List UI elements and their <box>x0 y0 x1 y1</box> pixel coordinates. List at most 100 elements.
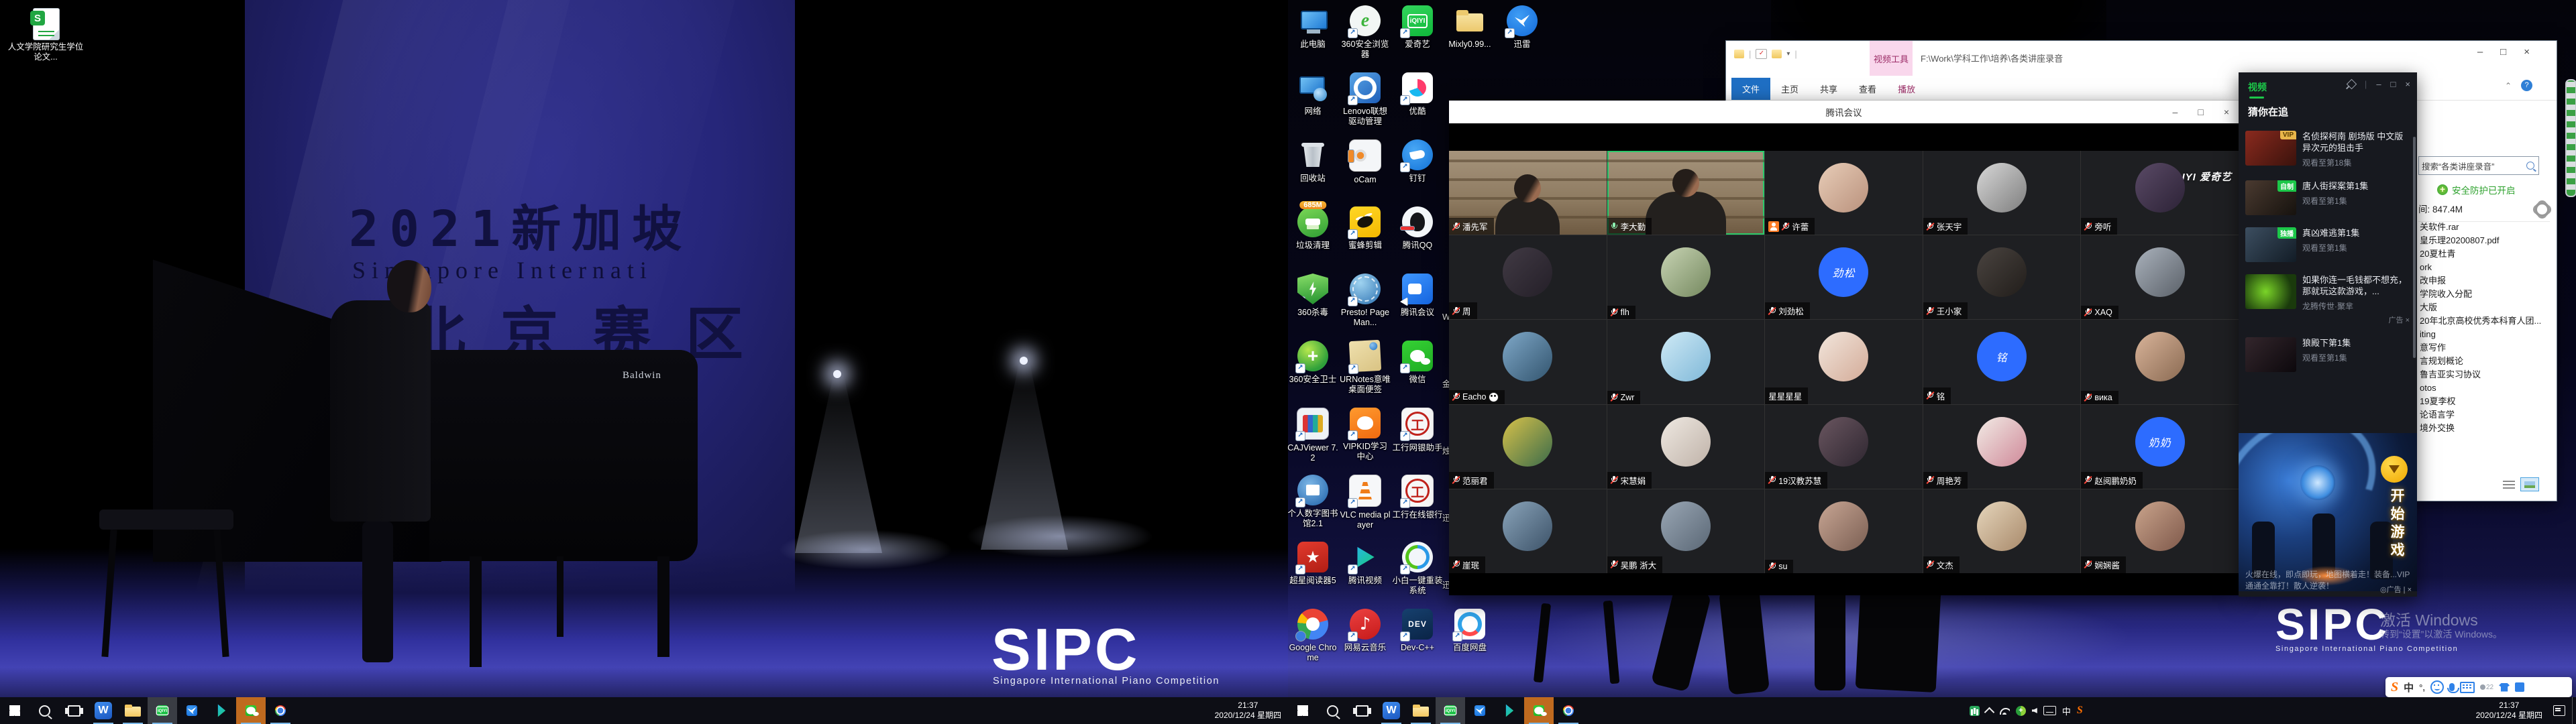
file-item[interactable]: 学院收入分配 <box>2420 288 2541 301</box>
ad-close[interactable]: 广告 × <box>2302 314 2410 325</box>
participant-tile[interactable]: 崖珉 <box>1449 489 1607 573</box>
desktop-icon-vlc[interactable]: VLC media player <box>1339 475 1391 530</box>
soft-keyboard-icon[interactable] <box>2460 682 2475 693</box>
desktop-icon-qq[interactable]: 腾讯QQ <box>1391 206 1444 251</box>
file-item[interactable]: 20年北京高校优秀本科育人团... <box>2420 314 2541 328</box>
folder-icon[interactable] <box>1772 50 1782 58</box>
file-item[interactable]: 论语言学 <box>2420 408 2541 422</box>
file-item[interactable]: 鲁吉亚实习协议 <box>2420 368 2541 381</box>
video-item[interactable]: 独播 真凶难逃第1集观看至第1集 <box>2239 221 2417 268</box>
participant-tile-speaking[interactable]: 李大勤 <box>1607 151 1765 235</box>
close-icon[interactable]: × <box>2224 107 2229 117</box>
taskbar-tencent-video[interactable] <box>207 697 236 724</box>
task-view-button[interactable] <box>1347 697 1377 724</box>
ad-item[interactable]: 如果你连一毛钱都不想充，那就玩这款游戏，...龙腾传世·聚芈广告 × <box>2239 268 2417 331</box>
search-button[interactable] <box>30 697 59 724</box>
maximize-icon[interactable]: □ <box>2198 107 2203 117</box>
voice-input-icon[interactable] <box>2449 683 2455 691</box>
desktop-icon-youku[interactable]: 优酷 <box>1391 72 1444 117</box>
taskbar-chrome[interactable] <box>1554 697 1583 724</box>
desktop-icon-urnotes[interactable]: URNotes意唯桌面便签 <box>1339 341 1391 395</box>
file-item[interactable]: 大版 <box>2420 301 2541 314</box>
participant-tile[interactable]: вика <box>2081 320 2239 404</box>
taskbar-explorer[interactable] <box>1406 697 1436 724</box>
taskbar-iqiyi[interactable] <box>148 697 177 724</box>
gear-icon[interactable] <box>2534 202 2550 217</box>
taskbar-iqiyi[interactable] <box>1436 697 1465 724</box>
desktop-icon-beecut[interactable]: 蜜蜂剪辑 <box>1339 206 1391 251</box>
participant-tile[interactable]: 范丽君 <box>1449 405 1607 489</box>
qat-dropdown-icon[interactable]: ▾ <box>1786 50 1790 58</box>
start-button[interactable] <box>1288 697 1318 724</box>
participant-tile[interactable]: iQIYI 爱奇艺旁听 <box>2081 151 2239 235</box>
tab-view[interactable]: 查看 <box>1848 78 1887 100</box>
taskbar-chrome[interactable] <box>266 697 295 724</box>
task-view-button[interactable] <box>59 697 89 724</box>
desktop-icon-digital-library[interactable]: 个人数字图书馆2.1 <box>1287 475 1339 529</box>
hidden-icons-chevron[interactable] <box>1984 707 1995 717</box>
ime-punctuation[interactable]: °, <box>2419 682 2425 692</box>
clock[interactable]: 21:372020/12/24 星期四 <box>2469 701 2549 721</box>
desktop-icon-recycle-bin[interactable]: 回收站 <box>1287 139 1339 184</box>
participant-tile[interactable]: su <box>1765 489 1923 573</box>
file-item[interactable]: 关软件.rar <box>2420 221 2541 234</box>
tab-file[interactable]: 文件 <box>1731 78 1770 100</box>
desktop-icon-trash-clean[interactable]: 685M垃圾清理 <box>1287 206 1339 251</box>
participant-tile[interactable]: 19汉教苏慧 <box>1765 405 1923 489</box>
desktop-icon-360safe[interactable]: 360安全卫士 <box>1287 341 1339 385</box>
desktop-icon-xunlei[interactable]: 迅雷 <box>1496 5 1548 50</box>
minimize-icon[interactable]: – <box>2173 107 2178 117</box>
extensions-icon[interactable]: 22 <box>2480 684 2493 691</box>
participant-tile[interactable]: 周艳芳 <box>1923 405 2081 489</box>
file-item[interactable]: 20夏杜青 <box>2420 247 2541 261</box>
start-game-button[interactable]: 开始游戏 <box>2386 488 2406 560</box>
taskbar-wechat[interactable] <box>1524 697 1554 724</box>
maximize-icon[interactable]: □ <box>2391 79 2396 89</box>
desktop-icon-icbc-bank[interactable]: 工行在线银行 <box>1391 475 1444 520</box>
file-item[interactable]: 意写作 <box>2420 341 2541 355</box>
quick-access-toolbar[interactable]: | ▾| <box>1734 49 1797 59</box>
desktop-icon-mixly[interactable]: Mixly0.99... <box>1444 5 1496 50</box>
participant-tile[interactable]: 文杰 <box>1923 489 2081 573</box>
participant-tile[interactable]: 张天宇 <box>1923 151 2081 235</box>
taskbar-wechat[interactable] <box>236 697 266 724</box>
desktop-icon-360browser[interactable]: 360安全浏览器 <box>1339 5 1391 60</box>
clock[interactable]: 21:372020/12/24 星期四 <box>1208 701 1288 721</box>
desktop-icon-thesis-doc[interactable]: 人文学院研究生学位论文... <box>7 8 85 62</box>
minimize-icon[interactable]: – <box>2376 79 2381 89</box>
participant-tile[interactable]: 娴娴酱 <box>2081 489 2239 573</box>
skin-icon[interactable] <box>2499 683 2510 692</box>
ime-indicator[interactable]: 中 <box>2062 705 2071 717</box>
desktop-icon-devcpp[interactable]: Dev-C++ <box>1391 609 1444 653</box>
taskbar-explorer[interactable] <box>118 697 148 724</box>
desktop-icon-chaoxing[interactable]: 超星阅读器5 <box>1287 542 1339 586</box>
video-item[interactable]: 自制 唐人街探案第1集观看至第1集 <box>2239 174 2417 221</box>
close-icon[interactable]: × <box>2405 79 2410 89</box>
scrollbar[interactable] <box>2413 137 2416 358</box>
desktop-icon-360sd[interactable]: 360杀毒 <box>1287 274 1339 318</box>
properties-icon[interactable] <box>1756 49 1767 59</box>
file-item[interactable]: 境外交换 <box>2420 422 2541 435</box>
emoji-icon[interactable] <box>2430 680 2444 694</box>
participant-tile[interactable]: 铭铭 <box>1923 320 2081 404</box>
desktop-icon-dingtalk[interactable]: 钉钉 <box>1391 139 1444 184</box>
desktop-icon-this-pc[interactable]: 此电脑 <box>1287 5 1339 50</box>
video-item[interactable]: VIP 名侦探柯南 剧场版 中文版 异次元的狙击手观看至第18集 <box>2239 125 2417 174</box>
tab-home[interactable]: 主页 <box>1770 78 1809 100</box>
desktop-icon-cajviewer[interactable]: CAJViewer 7.2 <box>1287 408 1339 463</box>
edge-docked-widget[interactable] <box>2565 79 2576 197</box>
toolbox-icon[interactable] <box>2515 682 2524 692</box>
pin-icon[interactable] <box>2347 79 2357 90</box>
touch-keyboard-icon[interactable] <box>2043 706 2056 715</box>
tab-play[interactable]: 播放 <box>1887 78 1926 100</box>
file-item[interactable]: ork <box>2420 261 2541 274</box>
desktop-icon-ocam[interactable]: oCam <box>1339 139 1391 185</box>
desktop-icon-presto[interactable]: Presto! PageMan... <box>1339 274 1391 328</box>
desktop-icon-icbc-assistant[interactable]: 工行网银助手 <box>1391 408 1444 453</box>
thumbnail-view-icon[interactable] <box>2520 477 2539 491</box>
wps-tray-icon[interactable]: S <box>2077 705 2083 717</box>
play-game-icon[interactable] <box>2381 456 2408 483</box>
desktop-icon-tencent-meeting[interactable]: 腾讯会议 <box>1391 274 1444 318</box>
tab-share[interactable]: 共享 <box>1809 78 1848 100</box>
taskbar-word[interactable] <box>89 697 118 724</box>
